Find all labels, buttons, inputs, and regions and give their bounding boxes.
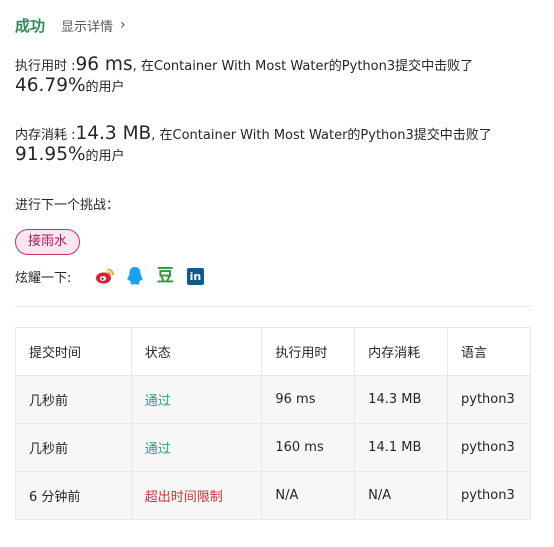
header-status: 状态 <box>130 327 263 376</box>
cell-submit-time: 几秒前 <box>15 423 132 472</box>
runtime-suffix: 的用户 <box>85 80 125 95</box>
memory-sentence: , 在Container With Most Water的Python3提交中击… <box>151 128 492 143</box>
header-language: 语言 <box>447 327 531 376</box>
runtime-label: 执行用时 : <box>15 59 76 74</box>
douban-glyph: 豆 <box>156 266 174 286</box>
section-divider <box>15 306 531 307</box>
weibo-icon[interactable] <box>95 266 115 286</box>
table-header-row: 提交时间 状态 执行用时 内存消耗 语言 <box>15 327 531 376</box>
table-row: 几秒前 通过 96 ms 14.3 MB python3 <box>15 375 531 424</box>
cell-status[interactable]: 通过 <box>130 423 263 472</box>
cell-runtime: 160 ms <box>261 423 356 472</box>
next-challenge-label: 进行下一个挑战： <box>15 198 120 213</box>
share-label: 炫耀一下: <box>15 270 72 286</box>
runtime-stat: 执行用时 : 96 ms , 在Container With Most Wate… <box>15 55 473 98</box>
cell-memory: 14.1 MB <box>354 423 448 472</box>
memory-percent: 91.95% <box>15 144 86 165</box>
table-row: 几秒前 通过 160 ms 14.1 MB python3 <box>15 423 531 472</box>
result-header: 成功 显示详情 › <box>15 14 126 36</box>
header-submit-time: 提交时间 <box>15 327 132 376</box>
cell-runtime: 96 ms <box>261 375 356 424</box>
qq-icon[interactable] <box>125 266 145 286</box>
header-memory: 内存消耗 <box>354 327 448 376</box>
memory-suffix: 的用户 <box>85 149 125 164</box>
cell-submit-time: 6 分钟前 <box>15 471 132 520</box>
cell-language: python3 <box>447 375 531 424</box>
submissions-table: 提交时间 状态 执行用时 内存消耗 语言 几秒前 通过 96 ms 14.3 M… <box>15 327 531 520</box>
memory-stat: 内存消耗 : 14.3 MB , 在Container With Most Wa… <box>15 124 492 167</box>
memory-value: 14.3 MB <box>75 123 152 144</box>
show-details-label: 显示详情 <box>61 19 114 35</box>
cell-memory: N/A <box>354 471 448 520</box>
cell-runtime: N/A <box>261 471 356 520</box>
header-runtime: 执行用时 <box>261 327 356 376</box>
linkedin-glyph: in <box>186 267 204 285</box>
cell-memory: 14.3 MB <box>354 375 448 424</box>
cell-language: python3 <box>447 471 531 520</box>
chevron-right-icon: › <box>120 17 126 33</box>
show-details-link[interactable]: 显示详情 › <box>61 16 126 35</box>
memory-label: 内存消耗 : <box>15 128 76 143</box>
cell-status[interactable]: 通过 <box>130 375 263 424</box>
cell-submit-time: 几秒前 <box>15 375 132 424</box>
submission-result-panel: 成功 显示详情 › 执行用时 : 96 ms , 在Container With… <box>15 0 531 547</box>
next-challenge-tag[interactable]: 接雨水 <box>15 229 81 255</box>
cell-language: python3 <box>447 423 531 472</box>
douban-icon[interactable]: 豆 <box>155 266 175 286</box>
cell-status[interactable]: 超出时间限制 <box>130 471 263 520</box>
linkedin-icon[interactable]: in <box>185 266 205 286</box>
runtime-value: 96 ms <box>75 54 133 75</box>
share-row: 炫耀一下: 豆 in <box>15 266 215 286</box>
result-status: 成功 <box>15 16 46 35</box>
table-row: 6 分钟前 超出时间限制 N/A N/A python3 <box>15 471 531 520</box>
runtime-sentence: , 在Container With Most Water的Python3提交中击… <box>132 59 474 74</box>
runtime-percent: 46.79% <box>15 75 86 96</box>
